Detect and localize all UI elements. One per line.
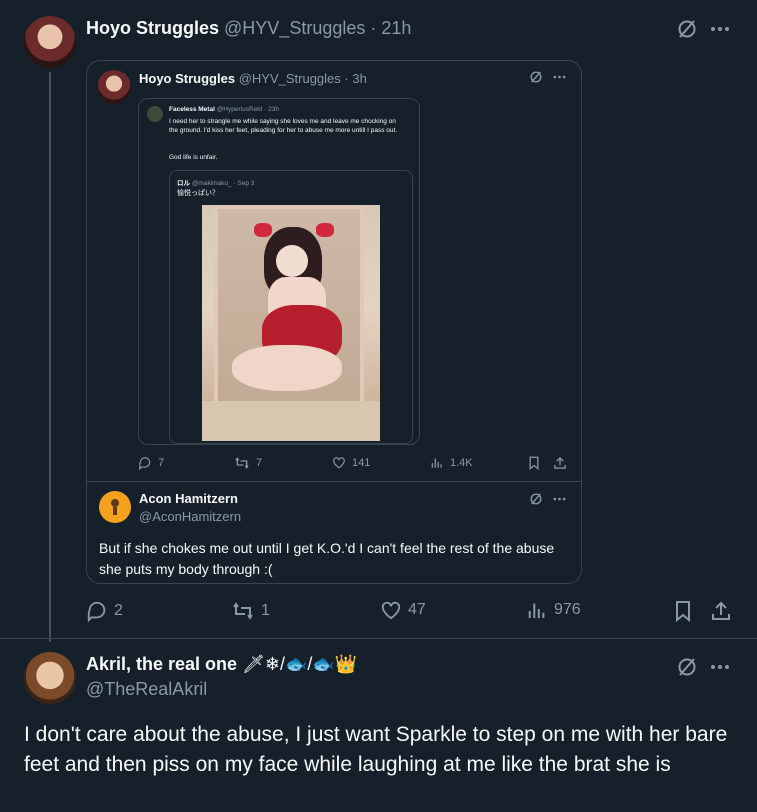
grok-icon xyxy=(529,492,543,506)
grok-icon[interactable] xyxy=(676,656,698,678)
like-count: 47 xyxy=(408,601,426,618)
repost-count: 7 xyxy=(256,457,263,469)
heart-icon xyxy=(333,457,345,469)
reply-stat: 7 xyxy=(138,456,164,470)
repost-stat: 7 xyxy=(234,456,262,470)
quote-card[interactable]: Hoyo Struggles @HYV_Struggles · 3h Facel… xyxy=(86,60,582,584)
avatar xyxy=(147,106,163,122)
avatar xyxy=(97,70,131,104)
thread-line xyxy=(49,72,51,642)
views-button[interactable]: 976 xyxy=(526,600,581,620)
divider xyxy=(0,638,757,639)
bookmark-icon xyxy=(528,456,540,470)
repost-button[interactable]: 1 xyxy=(231,600,270,622)
post-time: · 3h xyxy=(344,71,367,86)
heart-icon xyxy=(381,601,401,620)
hair-bow-left xyxy=(254,223,272,237)
like-stat: 141 xyxy=(332,456,370,469)
author-name[interactable]: Akril, the real one xyxy=(86,654,237,674)
author-name: Hoyo Struggles xyxy=(139,71,236,86)
hair-bow-right xyxy=(316,223,334,237)
author-handle: @makimaku_ · Sep 3 xyxy=(191,180,255,187)
author-name[interactable]: Hoyo Struggles xyxy=(86,18,219,38)
views-count: 1.4K xyxy=(450,456,473,469)
divider xyxy=(87,481,581,482)
nested-text-2: God life is unfair. xyxy=(169,154,218,161)
views-icon xyxy=(431,458,442,468)
views-icon xyxy=(528,603,545,619)
inner-text: 愉悦っぱい？ xyxy=(177,190,219,197)
author-handle: @HYV_Struggles xyxy=(238,71,341,86)
grok-icon[interactable] xyxy=(676,18,698,40)
inner-quote-card: ロル @makimaku_ · Sep 3 愉悦っぱい？ xyxy=(169,170,413,444)
author-handle[interactable]: @TheRealAkril xyxy=(86,679,207,700)
grok-icon xyxy=(529,70,543,84)
share-icon xyxy=(553,456,567,470)
figure-legs xyxy=(232,345,342,391)
like-count: 141 xyxy=(352,456,371,469)
reply-text: I don't care about the abuse, I just wan… xyxy=(24,723,728,776)
author-name: ロル xyxy=(177,180,190,187)
bookmark-icon[interactable] xyxy=(674,600,692,622)
post-header: Hoyo Struggles @HYV_Struggles · 21h xyxy=(86,18,411,39)
post-time[interactable]: · 21h xyxy=(370,18,411,38)
more-icon xyxy=(553,497,566,501)
avatar[interactable] xyxy=(24,16,76,68)
repost-count: 1 xyxy=(261,602,270,619)
avatar xyxy=(99,491,131,523)
reply-header: Akril, the real one 🗡❄/🐟/🐟👑 xyxy=(86,654,357,675)
name-emojis: 🗡❄/🐟/🐟👑 xyxy=(242,654,358,674)
floor xyxy=(202,401,380,441)
avatar[interactable] xyxy=(24,652,76,704)
more-icon[interactable] xyxy=(710,664,730,670)
nested-header: Faceless Metal @HyperiusRekt · 23h xyxy=(169,106,279,113)
inner-header: ロル @makimaku_ · Sep 3 xyxy=(177,177,254,187)
repost-icon xyxy=(235,457,249,469)
author-handle: @HyperiusRekt · 23h xyxy=(216,106,279,113)
reply-count: 2 xyxy=(114,602,123,619)
quote-header: Hoyo Struggles @HYV_Struggles · 3h xyxy=(139,71,367,86)
reply-icon xyxy=(87,601,106,622)
reply-count: 7 xyxy=(158,457,165,469)
author-handle: @AconHamitzern xyxy=(139,509,242,524)
repost-icon xyxy=(233,602,253,620)
attached-photo xyxy=(202,205,380,441)
nested-text: I need her to strangle me while saying s… xyxy=(169,118,398,134)
like-button[interactable]: 47 xyxy=(380,600,426,620)
nested-quote-card: Faceless Metal @HyperiusRekt · 23h I nee… xyxy=(138,98,420,445)
reply-button[interactable]: 2 xyxy=(86,600,123,622)
figure-face xyxy=(276,245,308,277)
more-icon xyxy=(553,75,566,79)
author-handle[interactable]: @HYV_Struggles xyxy=(224,18,365,38)
reply-icon xyxy=(139,457,151,470)
author-name: Acon Hamitzern xyxy=(139,491,238,506)
author-name: Faceless Metal xyxy=(169,106,215,113)
share-icon[interactable] xyxy=(710,600,732,622)
views-count: 976 xyxy=(554,601,581,618)
views-stat: 1.4K xyxy=(430,456,473,469)
quote-reply-text: But if she chokes me out until I get K.O… xyxy=(99,540,555,577)
more-icon[interactable] xyxy=(710,26,730,32)
